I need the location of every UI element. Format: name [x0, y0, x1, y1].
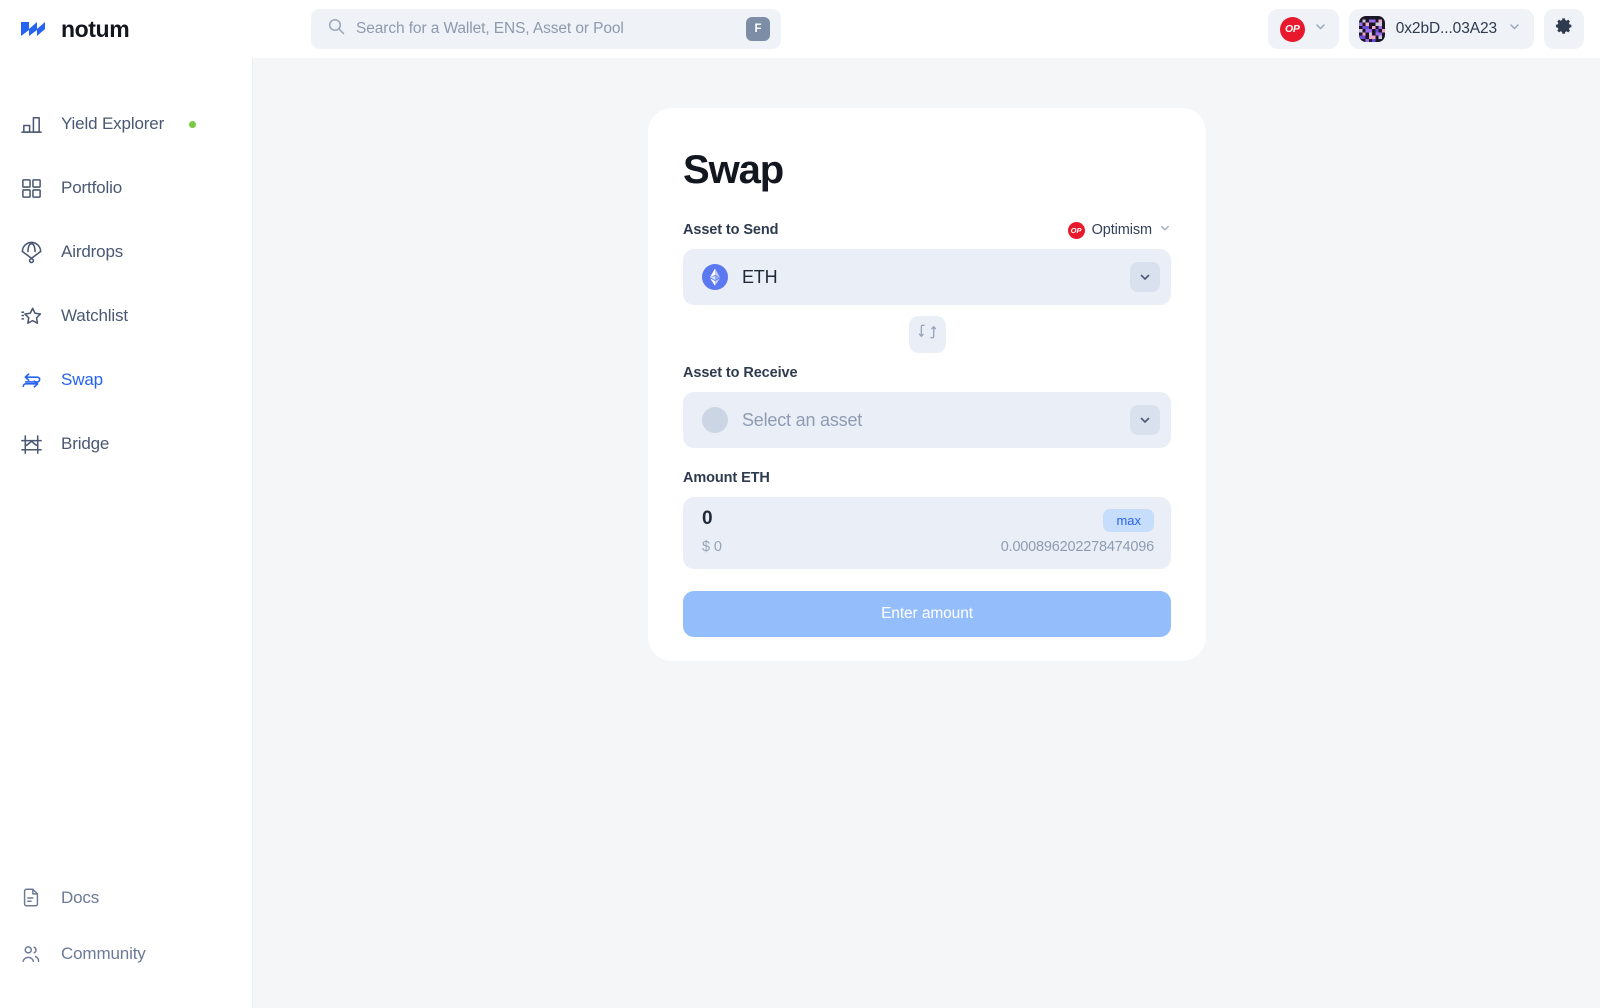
swap-arrows-icon	[18, 367, 44, 393]
chevron-down-icon	[1314, 20, 1327, 38]
sidebar-item-label: Watchlist	[61, 306, 128, 325]
optimism-icon: OP	[1279, 16, 1305, 42]
main-content: Swap Asset to Send OP Optimism ETH Asset…	[253, 58, 1600, 1008]
page-title: Swap	[683, 148, 784, 192]
swap-card: Swap Asset to Send OP Optimism ETH Asset…	[648, 108, 1206, 661]
sidebar-item-portfolio[interactable]: Portfolio	[0, 166, 252, 210]
sidebar-item-yield-explorer[interactable]: Yield Explorer	[0, 102, 252, 146]
status-dot	[189, 120, 197, 128]
amount-bottom-row: $ 0 0.000896202278474096	[702, 539, 1154, 555]
search-input[interactable]: Search for a Wallet, ENS, Asset or Pool …	[311, 9, 781, 49]
optimism-icon: OP	[1067, 221, 1085, 239]
sidebar-item-bridge[interactable]: Bridge	[0, 422, 252, 466]
notum-logo-icon	[20, 18, 50, 40]
chevron-down-icon	[1508, 20, 1521, 38]
asset-to-receive-chevron[interactable]	[1130, 405, 1160, 435]
sidebar-item-label: Community	[61, 944, 146, 963]
wallet-avatar	[1358, 16, 1385, 42]
search-placeholder: Search for a Wallet, ENS, Asset or Pool	[356, 20, 624, 37]
asset-to-send-label: Asset to Send	[683, 222, 779, 238]
sidebar-item-label: Yield Explorer	[61, 114, 165, 133]
amount-label: Amount ETH	[683, 470, 770, 486]
submit-swap-button[interactable]: Enter amount	[683, 591, 1171, 637]
wallet-address: 0x2bD...03A23	[1395, 20, 1497, 37]
search-shortcut-badge: F	[746, 17, 770, 41]
asset-to-receive-label: Asset to Receive	[683, 365, 798, 381]
sidebar-item-community[interactable]: Community	[0, 932, 252, 976]
star-icon	[18, 303, 44, 329]
sidebar-item-label: Airdrops	[61, 242, 124, 261]
parachute-icon	[18, 239, 44, 265]
wallet-balance: 0.000896202278474096	[1000, 539, 1154, 555]
swap-vertical-icon	[918, 322, 937, 346]
sidebar: Yield Explorer Portfolio Airdrops Watchl…	[0, 58, 253, 1008]
chain-name: Optimism	[1091, 222, 1153, 238]
brand-logo[interactable]: notum	[20, 16, 235, 43]
bridge-icon	[18, 431, 44, 457]
sidebar-nav-secondary: Docs Community	[0, 876, 252, 988]
swap-direction-button[interactable]	[908, 315, 946, 353]
selected-send-token: ETH	[742, 266, 778, 287]
eth-token-icon	[702, 264, 728, 290]
asset-to-receive-header: Asset to Receive	[683, 363, 1171, 383]
sidebar-nav-primary: Yield Explorer Portfolio Airdrops Watchl…	[0, 58, 252, 466]
placeholder-token-icon	[702, 407, 728, 433]
asset-to-send-select[interactable]: ETH	[683, 249, 1171, 305]
settings-button[interactable]	[1544, 9, 1584, 49]
top-bar-actions: OP 0x2bD...03A23	[1267, 9, 1584, 49]
sidebar-item-watchlist[interactable]: Watchlist	[0, 294, 252, 338]
users-icon	[18, 941, 44, 967]
asset-to-send-header: Asset to Send OP Optimism	[683, 220, 1171, 240]
search-icon	[328, 18, 345, 40]
amount-field[interactable]: 0 max $ 0 0.000896202278474096	[683, 497, 1171, 569]
bar-chart-icon	[18, 111, 44, 137]
amount-header: Amount ETH	[683, 468, 1171, 488]
wallet-button[interactable]: 0x2bD...03A23	[1348, 9, 1534, 49]
asset-to-send-chevron[interactable]	[1130, 262, 1160, 292]
sidebar-item-swap[interactable]: Swap	[0, 358, 252, 402]
sidebar-item-label: Bridge	[61, 434, 110, 453]
sidebar-item-label: Portfolio	[61, 178, 123, 197]
grid-squares-icon	[18, 175, 44, 201]
sidebar-item-airdrops[interactable]: Airdrops	[0, 230, 252, 274]
brand-name: notum	[61, 15, 130, 42]
sidebar-item-label: Swap	[61, 370, 103, 389]
amount-top-row: 0 max	[702, 508, 1154, 532]
sidebar-item-docs[interactable]: Docs	[0, 876, 252, 920]
asset-to-receive-select[interactable]: Select an asset	[683, 392, 1171, 448]
top-bar: notum Search for a Wallet, ENS, Asset or…	[0, 0, 1600, 58]
card-chain-selector[interactable]: OP Optimism	[1067, 221, 1171, 239]
chain-selector-button[interactable]: OP	[1267, 9, 1339, 49]
gear-icon	[1555, 17, 1574, 41]
amount-usd-value: $ 0	[702, 539, 722, 555]
max-button[interactable]: max	[1103, 509, 1154, 532]
chevron-down-icon	[1159, 221, 1171, 239]
swap-direction-row	[683, 305, 1171, 363]
sidebar-item-label: Docs	[61, 888, 100, 907]
document-icon	[18, 885, 44, 911]
selected-receive-token: Select an asset	[742, 409, 863, 430]
amount-input[interactable]: 0	[702, 508, 713, 530]
